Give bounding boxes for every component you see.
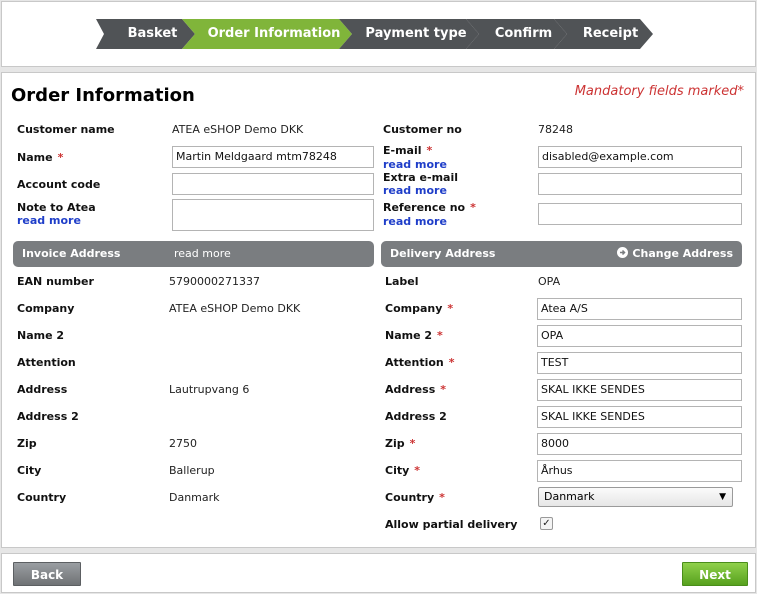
name-field[interactable]: Martin Meldgaard mtm78248 — [172, 146, 374, 168]
invoice-ean-value: 5790000271337 — [169, 275, 260, 288]
partial-delivery-checkbox[interactable]: ✓ — [540, 517, 553, 530]
extra-email-read-more-link[interactable]: read more — [383, 184, 447, 197]
invoice-country-label: Country — [17, 491, 67, 504]
page-title: Order Information — [11, 85, 195, 106]
checkmark-icon: ✓ — [542, 518, 551, 529]
required-marker: * — [447, 302, 454, 315]
required-marker: * — [426, 144, 433, 157]
required-marker: * — [414, 464, 421, 477]
invoice-country-value: Danmark — [169, 491, 220, 504]
delivery-company-field[interactable]: Atea A/S — [537, 298, 742, 320]
invoice-city-value: Ballerup — [169, 464, 215, 477]
note-label: Note to Atea — [17, 201, 96, 214]
name-label: Name * — [17, 151, 64, 164]
step-confirm[interactable]: Confirm — [466, 19, 567, 49]
delivery-label-value: OPA — [538, 275, 561, 288]
note-read-more-link[interactable]: read more — [17, 214, 81, 227]
reference-read-more-link[interactable]: read more — [383, 215, 447, 228]
delivery-label-label: Label — [385, 275, 419, 288]
customer-name-label: Customer name — [17, 123, 115, 136]
invoice-address-title: Invoice Address — [22, 247, 121, 260]
required-marker: * — [439, 491, 445, 504]
delivery-name2-label: Name 2 * — [385, 329, 443, 342]
delivery-company-label: Company * — [385, 302, 454, 315]
footer-panel — [1, 553, 756, 593]
delivery-address-field[interactable]: SKAL IKKE SENDES — [537, 379, 742, 401]
account-code-field[interactable] — [172, 173, 374, 195]
step-payment-type[interactable]: Payment type — [339, 19, 479, 49]
delivery-city-field[interactable]: Århus — [537, 460, 742, 482]
required-marker: * — [57, 151, 64, 164]
invoice-zip-value: 2750 — [169, 437, 197, 450]
reference-label: Reference no * — [383, 201, 476, 214]
delivery-address-label: Address * — [385, 383, 447, 396]
invoice-name2-label: Name 2 — [17, 329, 65, 342]
extra-email-label: Extra e-mail — [383, 171, 458, 184]
invoice-company-label: Company — [17, 302, 75, 315]
delivery-attention-label: Attention * — [385, 356, 455, 369]
back-button[interactable]: Back — [13, 562, 81, 586]
invoice-attention-label: Attention — [17, 356, 76, 369]
delivery-country-label: Country * — [385, 491, 445, 504]
customer-no-label: Customer no — [383, 123, 462, 136]
note-field[interactable] — [172, 199, 374, 231]
delivery-attention-field[interactable]: TEST — [537, 352, 742, 374]
invoice-read-more-link[interactable]: read more — [174, 241, 231, 267]
email-field[interactable]: disabled@example.com — [538, 146, 742, 168]
required-marker: * — [409, 437, 416, 450]
delivery-city-label: City * — [385, 464, 421, 477]
delivery-address2-field[interactable]: SKAL IKKE SENDES — [537, 406, 742, 428]
delivery-country-select[interactable]: Danmark ▼ — [538, 487, 733, 507]
delivery-zip-field[interactable]: 8000 — [537, 433, 742, 455]
email-label: E-mail * — [383, 144, 433, 157]
step-receipt[interactable]: Receipt — [554, 19, 653, 49]
invoice-zip-label: Zip — [17, 437, 37, 450]
required-marker: * — [440, 383, 447, 396]
invoice-city-label: City — [17, 464, 42, 477]
required-marker: * — [448, 356, 455, 369]
partial-delivery-label: Allow partial delivery — [385, 518, 518, 531]
invoice-address-header: Invoice Address read more — [13, 241, 374, 267]
invoice-address2-label: Address 2 — [17, 410, 79, 423]
arrow-circle-right-icon — [617, 247, 629, 258]
dropdown-arrow-icon: ▼ — [719, 492, 726, 502]
account-code-label: Account code — [17, 178, 101, 191]
invoice-address-value: Lautrupvang 6 — [169, 383, 250, 396]
invoice-address-label: Address — [17, 383, 68, 396]
customer-name-value: ATEA eSHOP Demo DKK — [172, 123, 304, 136]
extra-email-field[interactable] — [538, 173, 742, 195]
invoice-ean-label: EAN number — [17, 275, 94, 288]
required-marker: * — [437, 329, 443, 342]
required-marker: * — [470, 201, 476, 214]
next-button[interactable]: Next — [682, 562, 748, 586]
mandatory-note: Mandatory fields marked* — [574, 84, 744, 99]
delivery-address-title: Delivery Address — [390, 247, 496, 260]
customer-no-value: 78248 — [538, 123, 573, 136]
invoice-company-value: ATEA eSHOP Demo DKK — [169, 302, 301, 315]
change-address-button[interactable]: Change Address — [617, 241, 733, 267]
step-order-information[interactable]: Order Information — [182, 19, 352, 49]
step-basket[interactable]: Basket — [96, 19, 195, 49]
delivery-address2-label: Address 2 — [385, 410, 447, 423]
reference-field[interactable] — [538, 203, 742, 225]
delivery-name2-field[interactable]: OPA — [537, 325, 742, 347]
delivery-zip-label: Zip * — [385, 437, 416, 450]
delivery-address-header: Delivery Address Change Address — [381, 241, 742, 267]
email-read-more-link[interactable]: read more — [383, 158, 447, 171]
